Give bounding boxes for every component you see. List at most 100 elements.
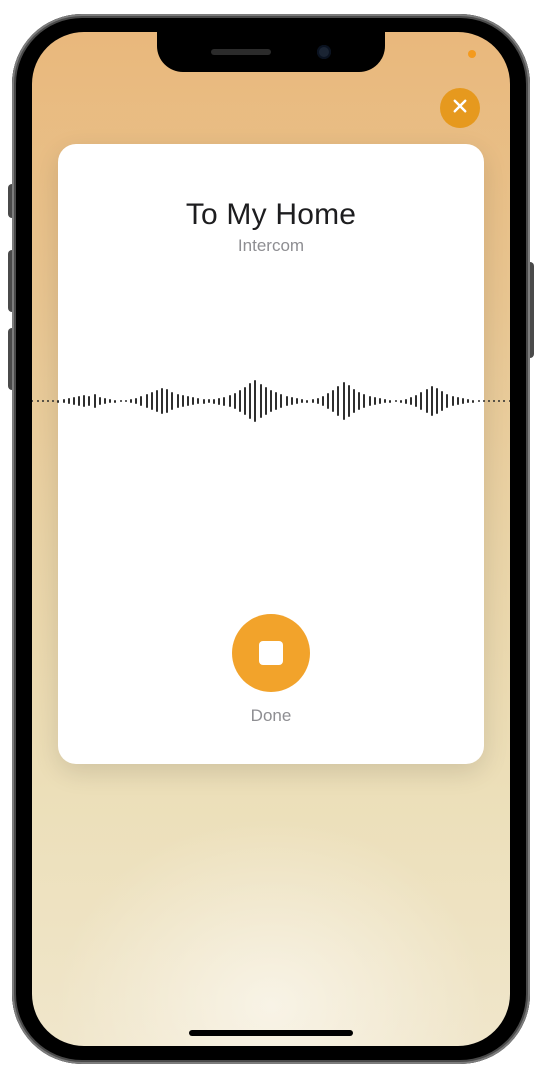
waveform-bar	[94, 394, 96, 408]
waveform-bar	[452, 396, 454, 406]
waveform-bar	[234, 393, 236, 409]
waveform-bar	[337, 386, 339, 416]
waveform-bar	[327, 393, 329, 409]
waveform-bar	[239, 390, 241, 412]
waveform-bar	[389, 400, 391, 403]
waveform-bar	[488, 400, 490, 402]
waveform-bar	[405, 399, 407, 404]
notch	[157, 32, 385, 72]
waveform-bar	[317, 398, 319, 404]
waveform-bar	[306, 400, 308, 403]
waveform-bar	[213, 399, 215, 404]
controls: Done	[232, 614, 310, 726]
waveform-bar	[244, 387, 246, 415]
waveform-bar	[436, 388, 438, 414]
waveform-bar	[229, 395, 231, 407]
screen: To My Home Intercom Done	[32, 32, 510, 1046]
waveform-bar	[88, 396, 90, 406]
waveform-bar	[301, 399, 303, 403]
waveform-bar	[146, 394, 148, 408]
waveform-bar	[161, 388, 163, 414]
waveform-bar	[400, 400, 402, 403]
intercom-card: To My Home Intercom Done	[58, 144, 484, 764]
waveform-bar	[426, 389, 428, 413]
power-button	[530, 262, 534, 358]
waveform-bar	[462, 398, 464, 404]
waveform-bar	[140, 396, 142, 406]
waveform-bar	[68, 398, 70, 404]
waveform-bar	[208, 399, 210, 403]
waveform-bar	[379, 398, 381, 404]
waveform-bar	[270, 390, 272, 412]
waveform-bar	[156, 390, 158, 412]
waveform-bar	[467, 399, 469, 403]
waveform-bar	[260, 384, 262, 418]
waveform-bar	[197, 398, 199, 404]
waveform-bar	[483, 400, 485, 402]
waveform-bar	[63, 399, 65, 403]
stop-button[interactable]	[232, 614, 310, 692]
waveform-bar	[275, 392, 277, 410]
waveform-bar	[343, 382, 345, 420]
card-title: To My Home	[186, 198, 356, 232]
waveform-bar	[509, 400, 510, 402]
mute-switch	[8, 184, 12, 218]
waveform-bar	[312, 399, 314, 403]
waveform-bar	[104, 398, 106, 404]
mic-indicator-dot	[468, 50, 476, 58]
waveform-bar	[384, 399, 386, 403]
waveform-bar	[52, 400, 54, 402]
phone-frame: To My Home Intercom Done	[12, 14, 530, 1064]
waveform-bar	[120, 400, 122, 402]
speaker-grille	[211, 49, 271, 55]
waveform-bar	[410, 397, 412, 405]
waveform-bar	[125, 400, 127, 402]
waveform-bar	[420, 392, 422, 410]
waveform-bar	[291, 397, 293, 405]
waveform-bar	[369, 396, 371, 406]
close-button[interactable]	[440, 88, 480, 128]
waveform-bar	[332, 390, 334, 412]
waveform-bar	[130, 399, 132, 403]
waveform-bar	[192, 397, 194, 405]
waveform-bar	[99, 397, 101, 405]
waveform-bar	[114, 400, 116, 403]
waveform-bar	[415, 395, 417, 407]
waveform-bar	[280, 394, 282, 408]
waveform-bar	[441, 391, 443, 411]
waveform-bar	[446, 394, 448, 408]
waveform-bar	[478, 400, 480, 402]
stop-icon	[259, 641, 283, 665]
waveform-bar	[358, 392, 360, 410]
waveform-bar	[265, 387, 267, 415]
waveform-bar	[57, 400, 59, 403]
waveform-bar	[78, 396, 80, 406]
waveform-bar	[503, 400, 505, 402]
waveform-bar	[135, 398, 137, 404]
waveform-bar	[472, 400, 474, 403]
waveform-bar	[182, 395, 184, 407]
waveform-bar	[151, 392, 153, 410]
volume-up-button	[8, 250, 12, 312]
waveform-bar	[32, 400, 33, 402]
waveform-bar	[83, 395, 85, 407]
waveform-bar	[322, 396, 324, 406]
waveform-bar	[498, 400, 500, 402]
waveform-bar	[457, 397, 459, 405]
waveform-bar	[37, 400, 39, 402]
waveform-bar	[431, 386, 433, 416]
waveform-bar	[223, 397, 225, 406]
waveform-bar	[166, 389, 168, 413]
waveform-bar	[286, 396, 288, 406]
home-indicator[interactable]	[189, 1030, 353, 1036]
waveform-bar	[177, 394, 179, 408]
waveform-bar	[493, 400, 495, 402]
waveform-bar	[203, 399, 205, 404]
waveform-bar	[353, 389, 355, 413]
waveform-bar	[395, 400, 397, 402]
waveform-bar	[47, 400, 49, 402]
waveform-bar	[374, 397, 376, 405]
waveform-bar	[73, 397, 75, 405]
front-camera	[317, 45, 331, 59]
done-label: Done	[251, 706, 292, 726]
